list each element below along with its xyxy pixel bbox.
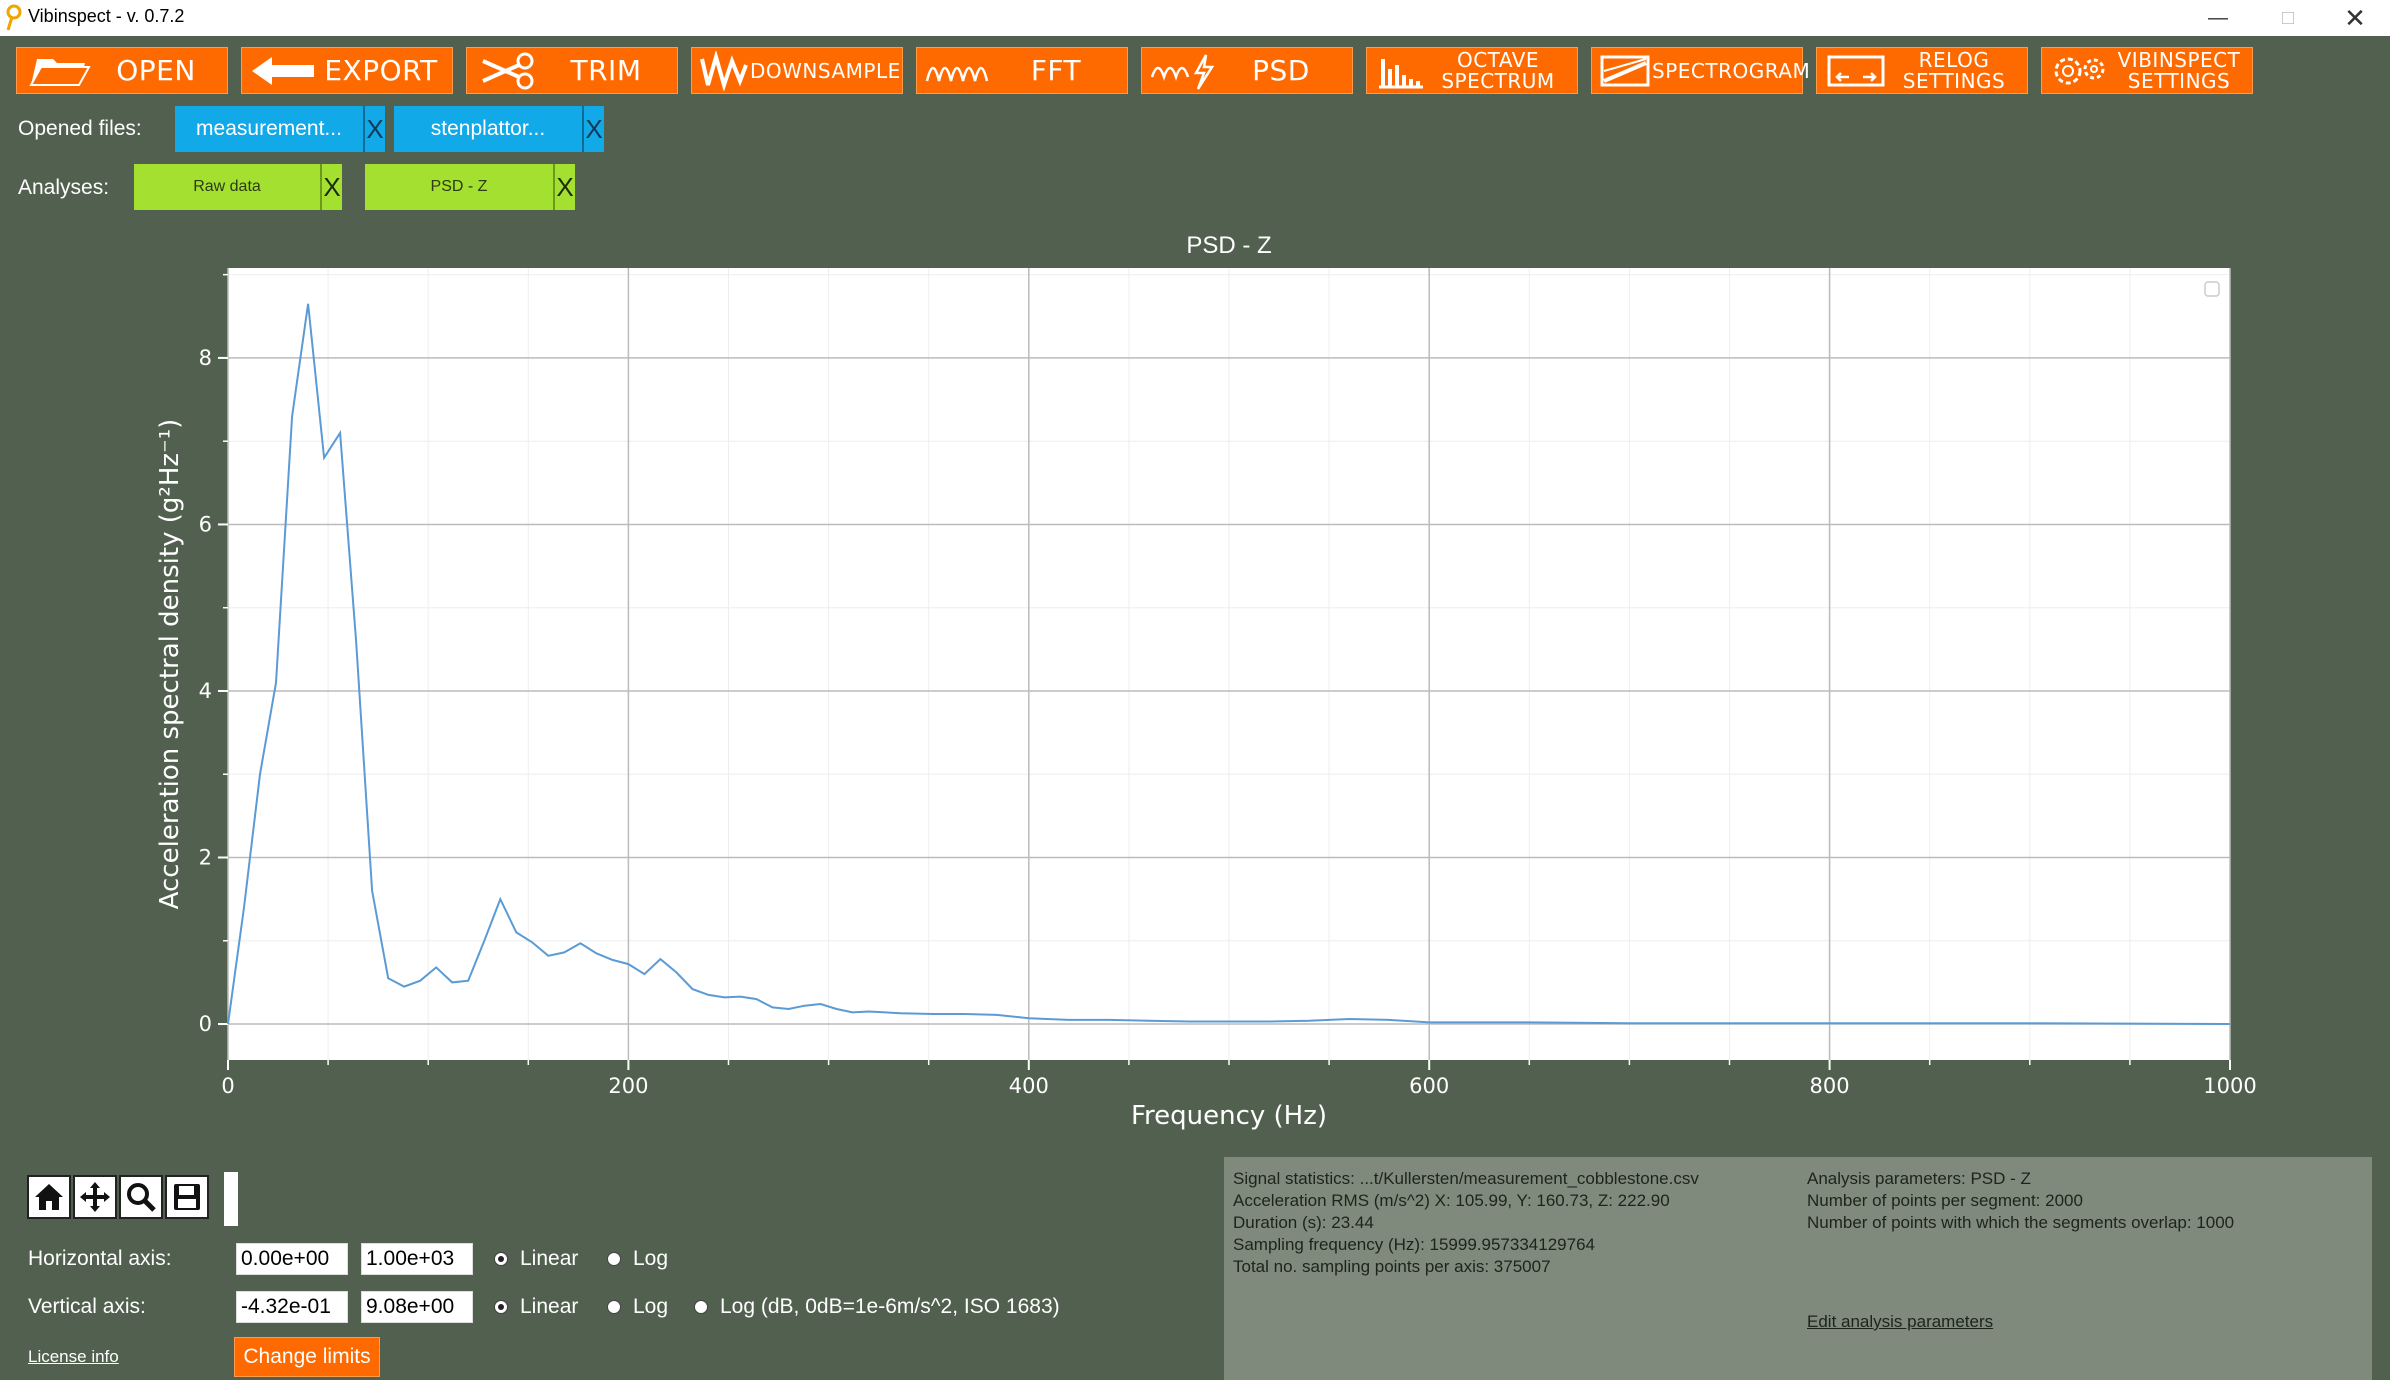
change-limits-button[interactable]: Change limits <box>234 1337 380 1377</box>
vertical-axis-label: Vertical axis: <box>28 1295 146 1318</box>
signal-stats-line: Duration (s): 23.44 <box>1233 1213 1374 1232</box>
pan-button[interactable] <box>73 1175 117 1219</box>
analysis-params-line: Number of points per segment: 2000 <box>1807 1191 2083 1210</box>
vertical-log-radio[interactable]: Log <box>607 1295 668 1319</box>
y-tick-label: 8 <box>199 346 212 370</box>
vertical-min-input[interactable] <box>236 1291 348 1323</box>
vertical-max-input[interactable] <box>361 1291 473 1323</box>
vertical-linear-radio[interactable]: Linear <box>494 1295 578 1319</box>
radio-label: Linear <box>520 1295 579 1318</box>
license-info-link[interactable]: License info <box>28 1347 119 1367</box>
horizontal-min-input[interactable] <box>236 1243 348 1275</box>
radio-indicator <box>607 1252 621 1266</box>
x-tick-label: 0 <box>221 1074 234 1098</box>
radio-label: Linear <box>520 1247 579 1270</box>
home-icon <box>35 1184 63 1210</box>
x-tick-label: 200 <box>608 1074 648 1098</box>
radio-indicator <box>694 1300 708 1314</box>
plot-navigation-toolbar <box>27 1175 209 1227</box>
horizontal-axis-label: Horizontal axis: <box>28 1247 172 1270</box>
radio-indicator <box>607 1300 621 1314</box>
x-tick-label: 800 <box>1810 1074 1850 1098</box>
signal-stats-line: Sampling frequency (Hz): 15999.957334129… <box>1233 1235 1595 1254</box>
analysis-params-line: Analysis parameters: PSD - Z <box>1807 1169 2031 1188</box>
home-view-button[interactable] <box>27 1175 71 1219</box>
radio-indicator <box>494 1300 508 1314</box>
signal-stats-line: Acceleration RMS (m/s^2) X: 105.99, Y: 1… <box>1233 1191 1670 1210</box>
info-panel: Signal statistics: ...t/Kullersten/measu… <box>1224 1157 2372 1380</box>
x-tick-label: 400 <box>1009 1074 1049 1098</box>
x-axis-label: Frequency (Hz) <box>1131 1101 1327 1131</box>
minor-grid <box>228 268 2230 1060</box>
x-tick-label: 1000 <box>2203 1074 2256 1098</box>
pan-icon <box>80 1182 110 1212</box>
signal-stats-line: Signal statistics: ...t/Kullersten/measu… <box>1233 1169 1699 1188</box>
horizontal-max-input[interactable] <box>361 1243 473 1275</box>
radio-indicator <box>494 1252 508 1266</box>
y-tick-label: 0 <box>199 1012 212 1036</box>
toolbar-coordinate-readout <box>224 1172 238 1226</box>
zoom-icon <box>127 1183 156 1212</box>
edit-analysis-parameters-link[interactable]: Edit analysis parameters <box>1807 1312 1993 1332</box>
save-icon <box>174 1184 200 1210</box>
y-tick-label: 2 <box>199 846 212 870</box>
psd-chart[interactable]: 0 200 400 600 800 1000 0 2 4 6 8 Frequency (Hz) Ac… <box>0 0 2390 1160</box>
horizontal-log-radio[interactable]: Log <box>607 1247 668 1271</box>
radio-label: Log <box>633 1247 669 1270</box>
signal-stats-line: Total no. sampling points per axis: 3750… <box>1233 1257 1551 1276</box>
radio-label: Log (dB, 0dB=1e-6m/s^2, ISO 1683) <box>720 1295 1060 1318</box>
analysis-params-line: Number of points with which the segments… <box>1807 1213 2235 1232</box>
legend-toggle-checkbox <box>2204 281 2220 297</box>
y-tick-label: 6 <box>199 512 212 536</box>
change-limits-label: Change limits <box>243 1345 371 1368</box>
vertical-log-db-radio[interactable]: Log (dB, 0dB=1e-6m/s^2, ISO 1683) <box>694 1295 1060 1319</box>
x-tick-label: 600 <box>1409 1074 1449 1098</box>
y-axis-label: Acceleration spectral density (g²Hz⁻¹) <box>155 419 185 910</box>
y-tick-label: 4 <box>199 679 212 703</box>
save-figure-button[interactable] <box>165 1175 209 1219</box>
zoom-button[interactable] <box>119 1175 163 1219</box>
radio-label: Log <box>633 1295 669 1318</box>
horizontal-linear-radio[interactable]: Linear <box>494 1247 578 1271</box>
